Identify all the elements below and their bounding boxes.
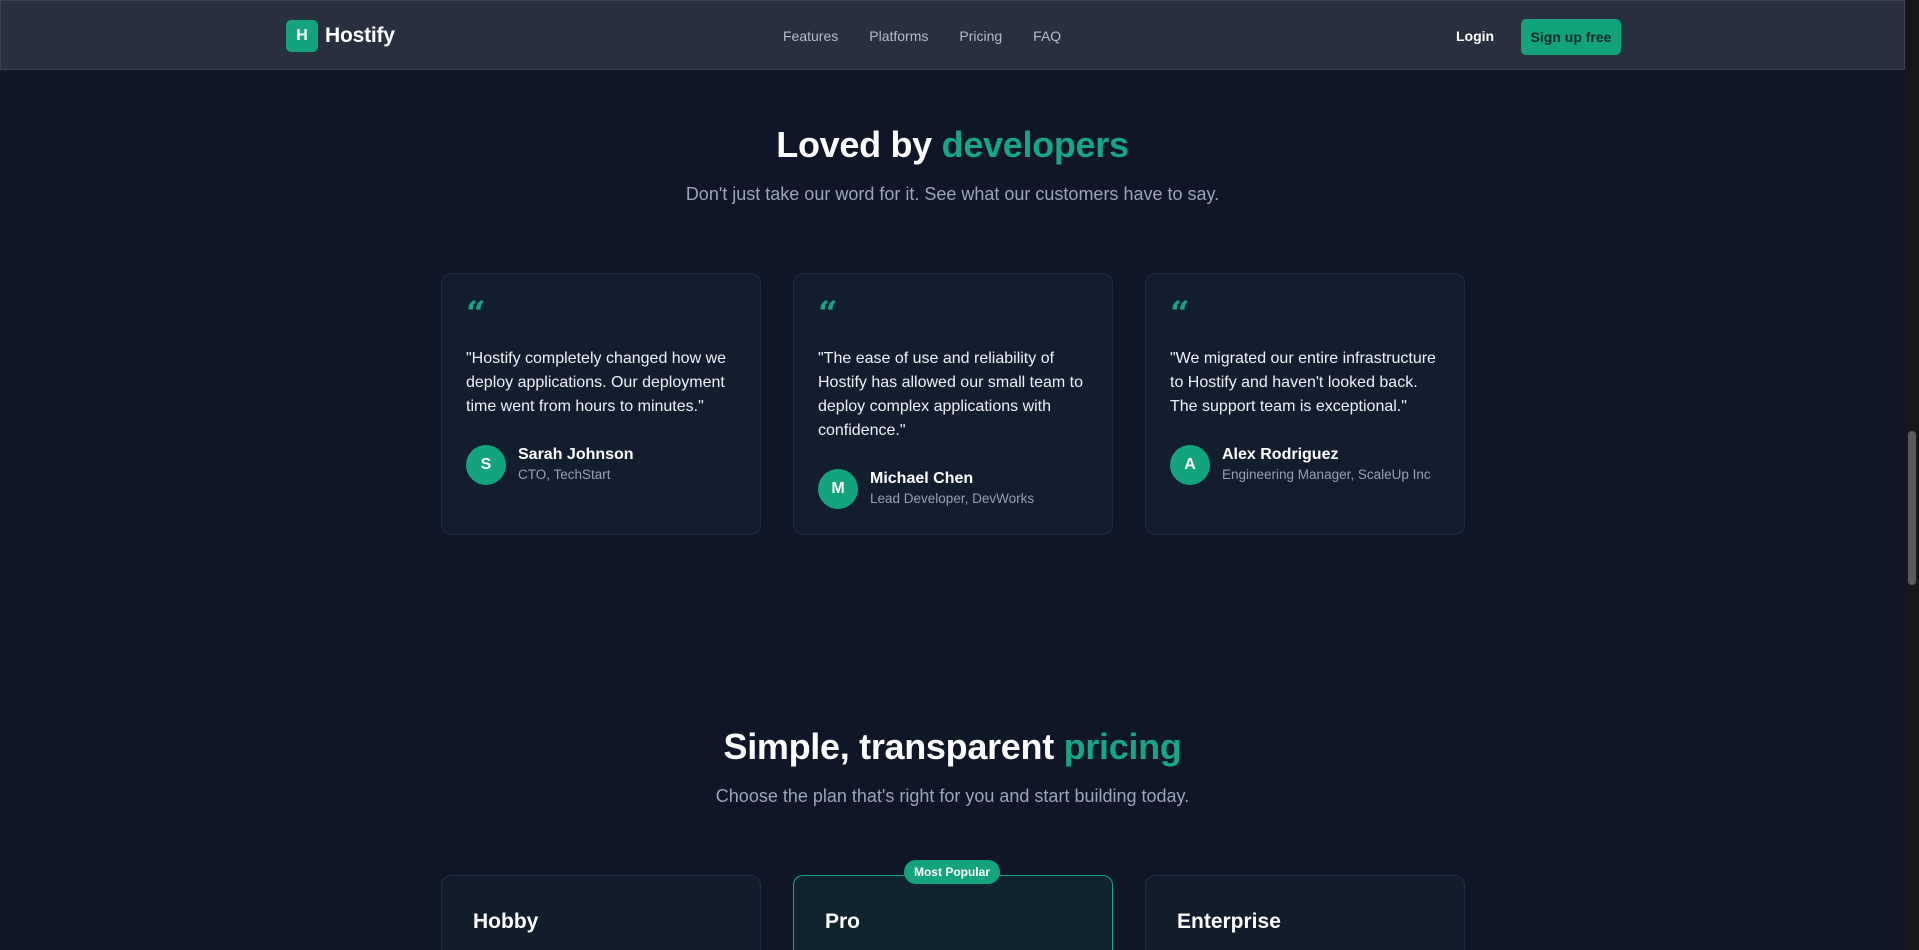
top-navigation-bar: H Hostify Features Platforms Pricing FAQ…: [0, 0, 1905, 70]
plan-name: Hobby: [473, 910, 539, 933]
scrollbar-thumb[interactable]: [1908, 431, 1916, 585]
author-name: Michael Chen: [870, 470, 974, 487]
brand-name: Hostify: [325, 24, 395, 47]
nav-link-platforms[interactable]: Platforms: [869, 28, 928, 44]
quote-icon: “: [1170, 294, 1190, 334]
author-name: Alex Rodriguez: [1222, 446, 1339, 463]
nav-link-features[interactable]: Features: [783, 28, 838, 44]
testimonials-heading-prefix: Loved by: [776, 124, 932, 165]
pricing-card-enterprise: Enterprise: [1145, 875, 1465, 950]
login-link[interactable]: Login: [1456, 28, 1494, 44]
testimonials-heading: Loved by developers: [0, 124, 1905, 166]
quote-icon: “: [818, 294, 838, 334]
nav-links: Features Platforms Pricing FAQ: [783, 28, 1061, 44]
testimonial-card: “ "Hostify completely changed how we dep…: [441, 273, 761, 535]
testimonial-author: A Alex Rodriguez Engineering Manager, Sc…: [1170, 445, 1431, 485]
author-role: Engineering Manager, ScaleUp Inc: [1222, 467, 1431, 482]
most-popular-badge: Most Popular: [904, 860, 1000, 884]
avatar: M: [818, 469, 858, 509]
signup-button[interactable]: Sign up free: [1521, 19, 1621, 55]
testimonial-author: M Michael Chen Lead Developer, DevWorks: [818, 469, 1034, 509]
author-name: Sarah Johnson: [518, 446, 634, 463]
pricing-heading: Simple, transparent pricing: [0, 726, 1905, 768]
testimonial-card: “ "We migrated our entire infrastructure…: [1145, 273, 1465, 535]
author-info: Sarah Johnson CTO, TechStart: [518, 445, 634, 485]
avatar: A: [1170, 445, 1210, 485]
avatar: S: [466, 445, 506, 485]
pricing-card-pro: Pro: [793, 875, 1113, 950]
author-info: Alex Rodriguez Engineering Manager, Scal…: [1222, 445, 1431, 485]
nav-link-faq[interactable]: FAQ: [1033, 28, 1061, 44]
testimonial-quote: "Hostify completely changed how we deplo…: [466, 350, 727, 415]
page-scrollbar[interactable]: [1905, 0, 1919, 950]
testimonial-quote: "The ease of use and reliability of Host…: [818, 350, 1083, 439]
brand-logo-icon: H: [286, 20, 318, 52]
landing-page: H Hostify Features Platforms Pricing FAQ…: [0, 0, 1919, 950]
plan-name: Pro: [825, 910, 861, 933]
pricing-heading-prefix: Simple, transparent: [723, 726, 1054, 767]
author-info: Michael Chen Lead Developer, DevWorks: [870, 469, 1034, 509]
brand-logo[interactable]: H Hostify: [286, 20, 395, 52]
author-role: Lead Developer, DevWorks: [870, 491, 1035, 506]
testimonials-heading-accent: developers: [941, 124, 1129, 165]
testimonials-subheading: Don't just take our word for it. See wha…: [685, 184, 1220, 204]
testimonial-quote: "We migrated our entire infrastructure t…: [1170, 350, 1436, 415]
pricing-subheading: Choose the plan that's right for you and…: [715, 786, 1190, 806]
pricing-heading-accent: pricing: [1063, 726, 1182, 767]
quote-icon: “: [466, 294, 486, 334]
testimonial-author: S Sarah Johnson CTO, TechStart: [466, 445, 634, 485]
testimonial-card: “ "The ease of use and reliability of Ho…: [793, 273, 1113, 535]
author-role: CTO, TechStart: [518, 467, 611, 482]
pricing-card-hobby: Hobby: [441, 875, 761, 950]
plan-name: Enterprise: [1177, 910, 1281, 933]
nav-link-pricing[interactable]: Pricing: [959, 28, 1002, 44]
